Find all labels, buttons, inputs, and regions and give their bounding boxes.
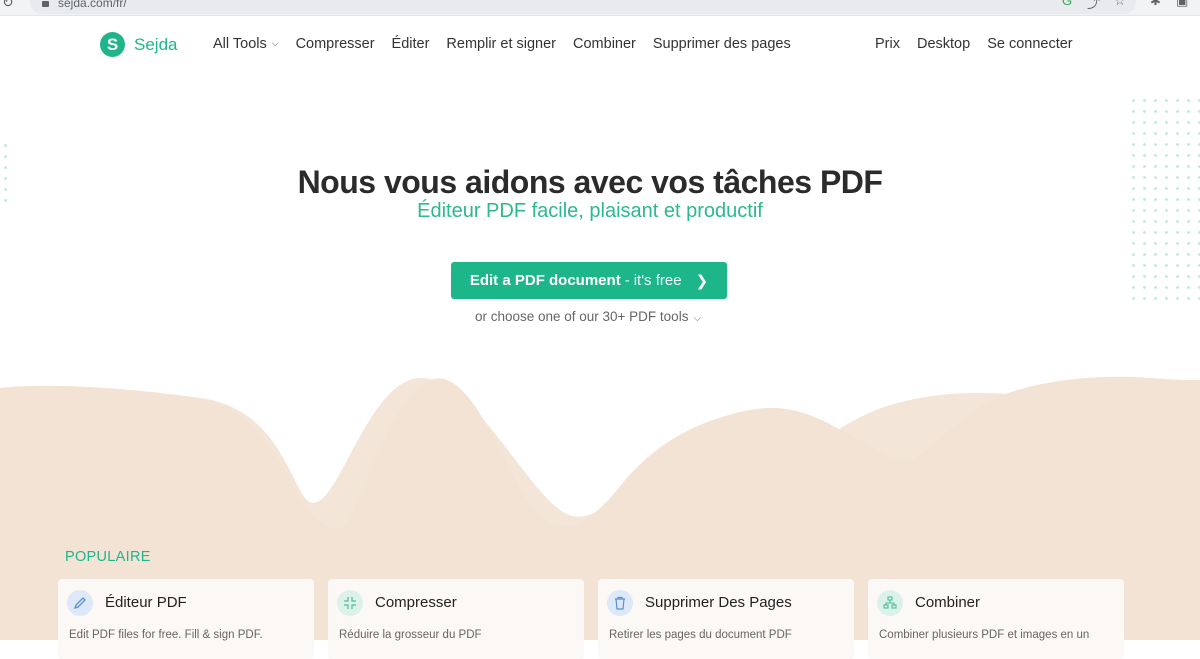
browser-toolbar: ↻ sejda.com/fr/ G ⤴ ☆ ✱ ▣ — [0, 0, 1200, 16]
nav-supprimer-pages[interactable]: Supprimer des pages — [653, 36, 791, 52]
hero-title: Nous vous aidons avec vos tâches PDF — [297, 164, 883, 200]
logo[interactable]: S Sejda — [100, 32, 177, 57]
extensions-icon[interactable]: ✱ — [1150, 0, 1161, 9]
chevron-right-icon: ❯ — [695, 272, 709, 290]
cta-separator: - — [624, 272, 630, 289]
nav-combiner[interactable]: Combiner — [573, 36, 636, 52]
address-bar[interactable] — [30, 0, 1136, 14]
nav-se-connecter[interactable]: Se connecter — [987, 36, 1072, 52]
card-title: Supprimer Des Pages — [645, 594, 792, 611]
nav-remplir-signer[interactable]: Remplir et signer — [446, 36, 556, 52]
tools-dropdown-link[interactable]: or choose one of our 30+ PDF tools ⌵ — [0, 309, 1176, 324]
nav-all-tools[interactable]: All Tools ⌵ — [213, 36, 279, 52]
card-supprimer-pages[interactable]: Supprimer Des Pages Retirer les pages du… — [598, 579, 854, 659]
card-compresser[interactable]: Compresser Réduire la grosseur du PDF — [328, 579, 584, 659]
google-icon[interactable]: G — [1062, 0, 1072, 8]
card-title: Combiner — [915, 594, 981, 611]
lock-icon — [42, 1, 49, 7]
card-description: Réduire la grosseur du PDF — [339, 629, 482, 641]
card-title: Compresser — [375, 594, 457, 611]
trash-icon — [607, 590, 633, 616]
card-title: Éditeur PDF — [105, 594, 187, 611]
chevron-down-icon: ⌵ — [693, 313, 702, 324]
card-description: Combiner plusieurs PDF et images en un — [879, 629, 1090, 641]
cta-free-label: it's free — [633, 272, 682, 289]
nav-prix[interactable]: Prix — [875, 36, 900, 52]
window-icon[interactable]: ▣ — [1176, 0, 1188, 9]
card-editeur-pdf[interactable]: Éditeur PDF Edit PDF files for free. Fil… — [58, 579, 314, 659]
star-icon[interactable]: ☆ — [1114, 0, 1126, 9]
edit-pdf-button[interactable]: Edit a PDF document - it's free ❯ — [451, 262, 727, 299]
site-header: S Sejda All Tools ⌵ Compresser Éditer Rem… — [0, 16, 1200, 74]
reload-icon[interactable]: ↻ — [2, 0, 14, 11]
card-description: Edit PDF files for free. Fill & sign PDF… — [69, 629, 263, 641]
nav-editer[interactable]: Éditer — [392, 36, 430, 52]
pencil-icon — [67, 590, 93, 616]
logo-text: Sejda — [134, 34, 178, 54]
merge-icon — [877, 590, 903, 616]
popular-label: POPULAIRE — [65, 549, 151, 565]
compress-icon — [337, 590, 363, 616]
share-icon[interactable]: ⤴ — [1087, 0, 1100, 12]
cta-main-label: Edit a PDF document — [469, 272, 621, 289]
chevron-down-icon: ⌵ — [271, 38, 279, 48]
logo-icon: S — [100, 32, 125, 57]
hero-subtitle: Éditeur PDF facile, plaisant et producti… — [417, 200, 763, 222]
card-description: Retirer les pages du document PDF — [609, 629, 792, 641]
tools-hint-label: or choose one of our 30+ PDF tools — [474, 309, 689, 324]
nav-compresser[interactable]: Compresser — [296, 36, 375, 52]
main-nav: All Tools ⌵ Compresser Éditer Remplir et … — [213, 36, 808, 52]
address-bar-url[interactable]: sejda.com/fr/ — [58, 0, 127, 10]
nav-desktop[interactable]: Desktop — [917, 36, 970, 52]
account-nav: Prix Desktop Se connecter — [875, 36, 1090, 52]
card-combiner[interactable]: Combiner Combiner plusieurs PDF et image… — [868, 579, 1124, 659]
